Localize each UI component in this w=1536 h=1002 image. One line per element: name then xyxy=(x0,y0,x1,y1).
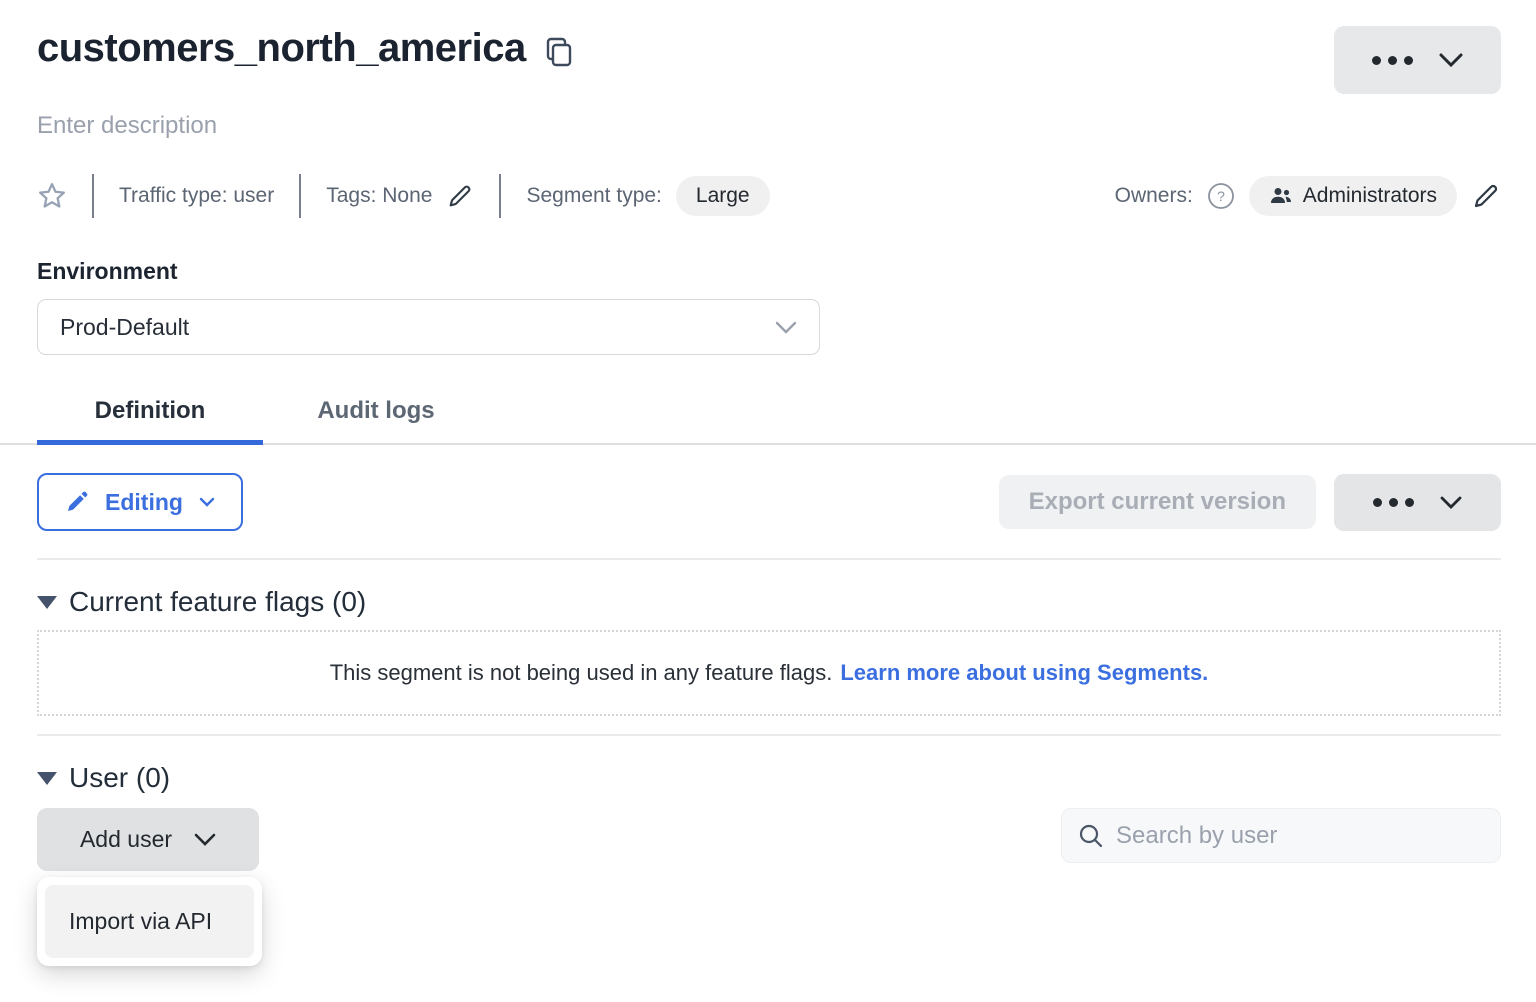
learn-more-link[interactable]: Learn more about using Segments. xyxy=(840,660,1208,686)
copy-icon xyxy=(546,37,572,67)
more-dots-icon xyxy=(1373,498,1414,507)
environment-label: Environment xyxy=(37,258,1501,285)
section-divider xyxy=(37,734,1501,736)
user-section-header[interactable]: User (0) xyxy=(37,762,1501,794)
meta-row: Traffic type: user Tags: None Segment ty… xyxy=(37,174,1501,218)
definition-more-actions-button[interactable] xyxy=(1334,474,1501,531)
pencil-icon xyxy=(65,490,89,514)
help-icon[interactable]: ? xyxy=(1207,182,1235,210)
editing-status-button[interactable]: Editing xyxy=(37,473,243,531)
tab-definition[interactable]: Definition xyxy=(37,397,263,445)
user-toolbar: Add user Import via API xyxy=(37,808,1501,871)
feature-flags-section-header[interactable]: Current feature flags (0) xyxy=(37,586,1501,618)
chevron-down-icon xyxy=(1440,496,1462,509)
pencil-icon xyxy=(1471,181,1501,211)
traffic-type-label: Traffic type: user xyxy=(119,184,274,208)
tags-label: Tags: None xyxy=(326,184,432,208)
search-by-user-input[interactable] xyxy=(1116,822,1484,850)
menu-item-import-via-api[interactable]: Import via API xyxy=(45,885,254,958)
feature-flags-section-title: Current feature flags (0) xyxy=(69,586,366,618)
edit-owners-button[interactable] xyxy=(1471,181,1501,211)
owners-value: Administrators xyxy=(1303,184,1437,208)
definition-actions-row: Editing Export current version xyxy=(37,473,1501,531)
chevron-down-icon xyxy=(199,497,215,507)
user-section-title: User (0) xyxy=(69,762,170,794)
description-placeholder[interactable]: Enter description xyxy=(37,112,1501,140)
segment-detail-page: customers_north_america Enter descriptio… xyxy=(0,0,1536,1002)
environment-select[interactable]: Prod-Default xyxy=(37,299,820,355)
search-icon xyxy=(1078,823,1104,849)
meta-divider xyxy=(299,174,301,218)
tab-bar: Definition Audit logs xyxy=(37,397,1501,445)
pencil-icon xyxy=(446,182,474,210)
meta-divider xyxy=(499,174,501,218)
segment-type-badge: Large xyxy=(676,176,770,216)
feature-flags-empty-state: This segment is not being used in any fe… xyxy=(37,630,1501,716)
collapse-caret-icon xyxy=(37,772,57,785)
segment-type-label: Segment type: xyxy=(526,184,661,208)
chevron-down-icon xyxy=(775,321,797,334)
add-user-label: Add user xyxy=(80,826,172,853)
chevron-down-icon xyxy=(194,833,216,846)
favorite-star-button[interactable] xyxy=(37,181,67,211)
star-icon xyxy=(37,181,67,211)
edit-tags-button[interactable] xyxy=(446,182,474,210)
meta-divider xyxy=(92,174,94,218)
header-more-actions-button[interactable] xyxy=(1334,26,1501,94)
more-dots-icon xyxy=(1372,56,1413,65)
tab-audit-logs[interactable]: Audit logs xyxy=(263,397,489,445)
add-user-button[interactable]: Add user xyxy=(37,808,259,871)
owners-chip[interactable]: Administrators xyxy=(1249,176,1457,216)
environment-selected-value: Prod-Default xyxy=(60,314,189,341)
editing-label: Editing xyxy=(105,489,183,516)
add-user-dropdown-menu: Import via API xyxy=(37,877,262,966)
collapse-caret-icon xyxy=(37,596,57,609)
svg-text:?: ? xyxy=(1217,188,1225,204)
empty-state-text: This segment is not being used in any fe… xyxy=(330,660,833,686)
user-search-box xyxy=(1061,808,1501,863)
page-title: customers_north_america xyxy=(37,26,526,71)
copy-name-button[interactable] xyxy=(544,35,574,69)
people-icon xyxy=(1269,186,1293,206)
chevron-down-icon xyxy=(1439,53,1463,67)
page-header: customers_north_america xyxy=(37,26,1501,94)
section-divider xyxy=(37,558,1501,560)
export-current-version-button[interactable]: Export current version xyxy=(999,475,1316,529)
owners-label: Owners: xyxy=(1115,184,1193,208)
